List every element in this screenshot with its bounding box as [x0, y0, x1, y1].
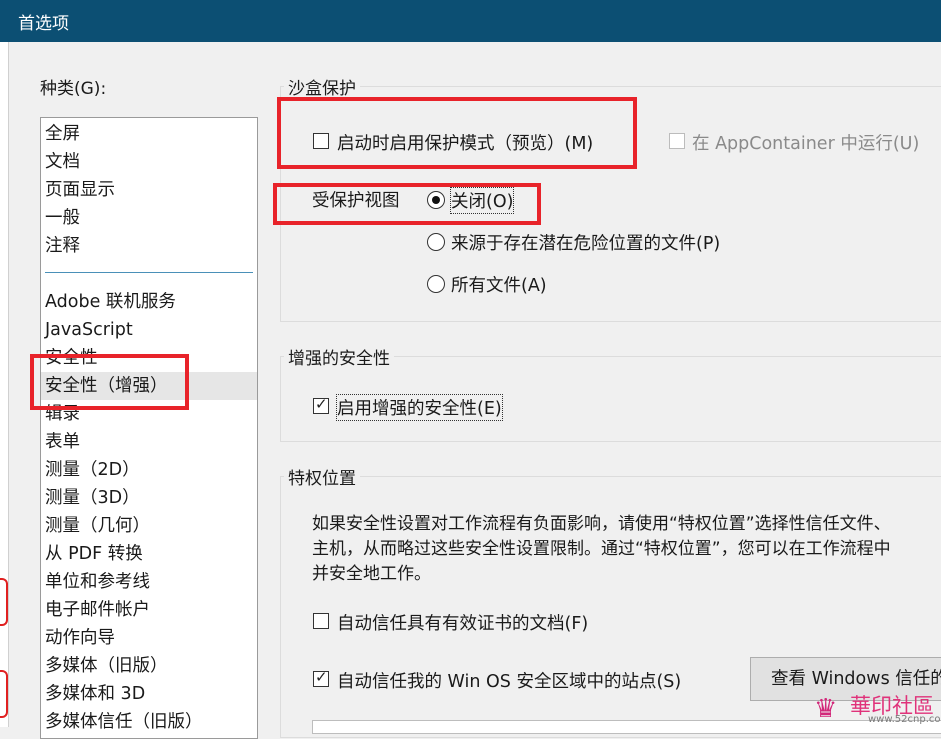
category-item[interactable]: 动作向导 — [45, 624, 115, 652]
enhanced-security-group-title: 增强的安全性 — [284, 344, 394, 369]
enhanced-security-checkbox[interactable]: ✓ — [313, 395, 329, 414]
category-item[interactable]: 从 PDF 转换 — [45, 540, 143, 568]
auto-trust-cert-label[interactable]: 自动信任具有有效证书的文档(F) — [337, 610, 588, 635]
watermark-logo-icon: ♛ — [814, 694, 838, 724]
highlight-box-category — [30, 354, 189, 410]
description-line: 并安全地工作。 — [312, 564, 431, 584]
window-title: 首选项 — [18, 14, 69, 34]
categories-list[interactable]: 全屏 文档 页面显示 一般 注释 Adobe 联机服务 JavaScript 安… — [40, 117, 258, 739]
category-item[interactable]: Adobe 联机服务 — [45, 288, 176, 316]
site-watermark: ♛ 華印社區 www.52cnp.com — [810, 690, 941, 727]
appcontainer-checkbox[interactable] — [669, 133, 685, 149]
highlight-box-protected-view — [273, 183, 541, 225]
enhanced-security-label[interactable]: 启用增强的安全性(E) — [336, 394, 503, 421]
protected-view-all-label[interactable]: 所有文件(A) — [451, 272, 547, 297]
category-item[interactable]: 注释 — [45, 232, 80, 260]
title-bar: 首选项 — [0, 0, 941, 42]
description-line: 主机，从而略过这些安全性设置限制。通过“特权位置”，您可以在工作流程中 — [312, 539, 891, 559]
auto-trust-sites-label[interactable]: 自动信任我的 Win OS 安全区域中的站点(S) — [337, 668, 681, 693]
category-item[interactable]: 测量（2D） — [45, 456, 140, 484]
background-red-mark — [0, 670, 8, 718]
category-item[interactable]: 测量（3D） — [45, 484, 140, 512]
watermark-site: www.52cnp.com — [868, 714, 941, 725]
auto-trust-sites-checkbox[interactable]: ✓ — [313, 668, 329, 687]
category-item[interactable]: 电子邮件帐户 — [45, 596, 150, 624]
category-item[interactable]: 表单 — [45, 428, 80, 456]
appcontainer-label[interactable]: 在 AppContainer 中运行(U) — [692, 130, 919, 155]
checkmark-icon: ✓ — [315, 395, 328, 413]
protected-view-all-radio[interactable] — [427, 275, 445, 293]
category-item[interactable]: 测量（几何） — [45, 512, 150, 540]
auto-trust-cert-checkbox[interactable] — [313, 613, 329, 629]
category-item[interactable]: 页面显示 — [45, 176, 115, 204]
protected-view-unsafe-label[interactable]: 来源于存在潜在危险位置的文件(P) — [451, 230, 720, 255]
category-item[interactable]: 多媒体和 3D — [45, 680, 145, 708]
highlight-box-protected-mode — [277, 97, 637, 169]
sandbox-group-title: 沙盒保护 — [284, 74, 360, 99]
category-item[interactable]: 全屏 — [45, 120, 80, 148]
category-item[interactable]: 单位和参考线 — [45, 568, 150, 596]
description-line: 如果安全性设置对工作流程有负面影响，请使用“特权位置”选择性信任文件、 — [312, 514, 891, 534]
privileged-description: 如果安全性设置对工作流程有负面影响，请使用“特权位置”选择性信任文件、 主机，从… — [312, 512, 941, 587]
category-separator — [45, 272, 253, 273]
category-item[interactable]: JavaScript — [45, 316, 133, 344]
protected-view-unsafe-radio[interactable] — [427, 233, 445, 251]
category-item[interactable]: 一般 — [45, 204, 80, 232]
privileged-locations-group-title: 特权位置 — [284, 464, 360, 489]
checkmark-icon: ✓ — [315, 668, 328, 686]
categories-label: 种类(G): — [40, 79, 107, 99]
background-red-mark — [0, 578, 8, 626]
category-item[interactable]: 多媒体信任（旧版） — [45, 708, 203, 736]
category-item[interactable]: 多媒体（旧版） — [45, 652, 168, 680]
background-window-edge — [0, 42, 9, 727]
category-item[interactable]: 文档 — [45, 148, 80, 176]
